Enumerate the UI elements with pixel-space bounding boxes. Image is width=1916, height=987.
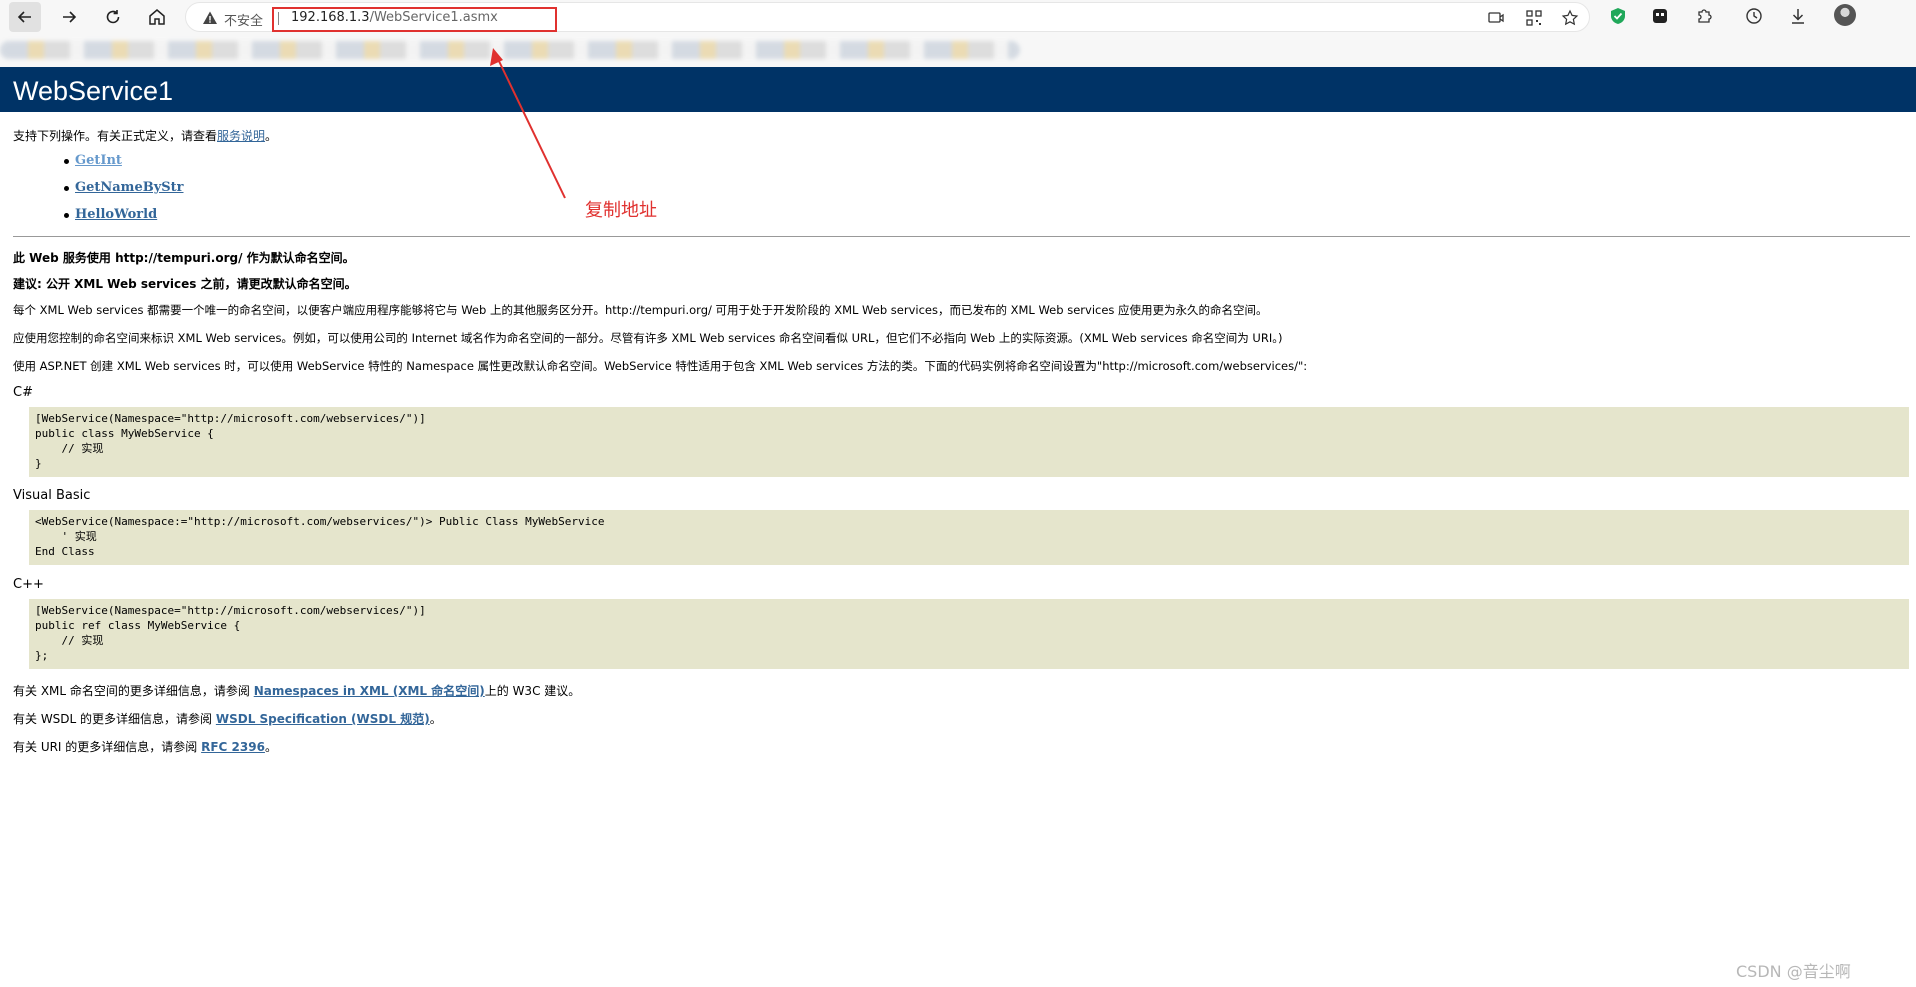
code-language-vb: Visual Basic <box>13 488 91 503</box>
wsdl-specification-link[interactable]: WSDL Specification (WSDL 规范) <box>216 712 430 726</box>
download-icon[interactable] <box>1788 6 1808 26</box>
forward-button[interactable] <box>53 2 85 32</box>
namespace-recommendation: 建议: 公开 XML Web services 之前，请更改默认命名空间。 <box>13 277 357 291</box>
browser-toolbar: 不安全 192.168.1.3/WebService1.asmx <box>0 0 1916 33</box>
qr-code-icon[interactable] <box>1525 9 1543 27</box>
namespace-paragraph-1: 每个 XML Web services 都需要一个唯一的命名空间，以便客户端应用… <box>13 303 1268 317</box>
code-sample-csharp: [WebService(Namespace="http://microsoft.… <box>29 407 1909 477</box>
service-description-link[interactable]: 服务说明 <box>217 129 265 143</box>
page-title: WebService1 <box>13 76 174 106</box>
reload-button[interactable] <box>97 2 129 32</box>
list-item: HelloWorld <box>63 207 157 222</box>
insecure-label[interactable]: 不安全 <box>224 10 263 29</box>
code-sample-vb: <WebService(Namespace:="http://microsoft… <box>29 510 1909 565</box>
intro-line: 支持下列操作。有关正式定义，请查看服务说明。 <box>13 127 277 144</box>
back-button[interactable] <box>9 2 41 32</box>
read-aloud-icon[interactable] <box>1487 9 1505 27</box>
list-item: GetInt <box>64 153 122 168</box>
home-icon <box>149 9 165 25</box>
operation-link-getnamebystr[interactable]: GetNameByStr <box>75 180 184 195</box>
namespace-paragraph-2: 应使用您控制的命名空间来标识 XML Web services。例如，可以使用公… <box>13 331 1283 345</box>
warning-icon[interactable] <box>202 10 218 26</box>
horizontal-divider <box>13 236 1910 237</box>
list-item: GetNameByStr <box>64 180 184 195</box>
watermark: CSDN @音尘啊 <box>1736 962 1851 981</box>
annotation-label: 复制地址 <box>585 200 657 221</box>
more-uri-line: 有关 URI 的更多详细信息，请参阅 RFC 2396。 <box>13 738 277 755</box>
namespace-notice: 此 Web 服务使用 http://tempuri.org/ 作为默认命名空间。 <box>13 251 355 265</box>
intro-suffix: 。 <box>265 129 278 143</box>
history-icon[interactable] <box>1744 6 1764 26</box>
operation-link-helloworld[interactable]: HelloWorld <box>75 207 157 222</box>
code-language-cpp: C++ <box>13 577 44 592</box>
intro-prefix: 支持下列操作。有关正式定义，请查看 <box>13 129 218 143</box>
more-uri-suffix: 。 <box>264 740 277 754</box>
namespaces-in-xml-link[interactable]: Namespaces in XML (XML 命名空间) <box>254 684 485 698</box>
rfc-2396-link[interactable]: RFC 2396 <box>201 740 265 754</box>
more-wsdl-prefix: 有关 WSDL 的更多详细信息，请参阅 <box>13 712 216 726</box>
operation-link-getint[interactable]: GetInt <box>75 153 122 168</box>
forward-icon <box>63 11 77 23</box>
code-language-csharp: C# <box>13 385 33 400</box>
reload-icon <box>106 10 120 24</box>
blurred-bookmarks <box>0 41 1020 59</box>
address-bar[interactable]: 不安全 192.168.1.3/WebService1.asmx <box>185 2 1590 32</box>
home-button[interactable] <box>141 2 173 32</box>
extension-icon[interactable] <box>1650 6 1670 26</box>
shield-extension-icon[interactable] <box>1608 6 1628 26</box>
more-uri-prefix: 有关 URI 的更多详细信息，请参阅 <box>13 740 202 754</box>
puzzle-icon[interactable] <box>1695 6 1715 26</box>
profile-avatar[interactable] <box>1834 4 1856 26</box>
page-header: WebService1 <box>0 67 1916 112</box>
more-xml-suffix: 上的 W3C 建议。 <box>484 684 581 698</box>
back-icon <box>17 11 31 23</box>
more-xml-line: 有关 XML 命名空间的更多详细信息，请参阅 Namespaces in XML… <box>13 682 580 699</box>
annotation-arrow <box>490 48 566 199</box>
more-wsdl-line: 有关 WSDL 的更多详细信息，请参阅 WSDL Specification (… <box>13 710 442 727</box>
url-highlight-box <box>272 7 557 32</box>
more-wsdl-suffix: 。 <box>429 712 442 726</box>
bookmarks-bar <box>0 33 1916 67</box>
more-xml-prefix: 有关 XML 命名空间的更多详细信息，请参阅 <box>13 684 254 698</box>
namespace-paragraph-3: 使用 ASP.NET 创建 XML Web services 时，可以使用 We… <box>13 359 1308 373</box>
favorite-icon[interactable] <box>1561 9 1579 27</box>
code-sample-cpp: [WebService(Namespace="http://microsoft.… <box>29 599 1909 669</box>
